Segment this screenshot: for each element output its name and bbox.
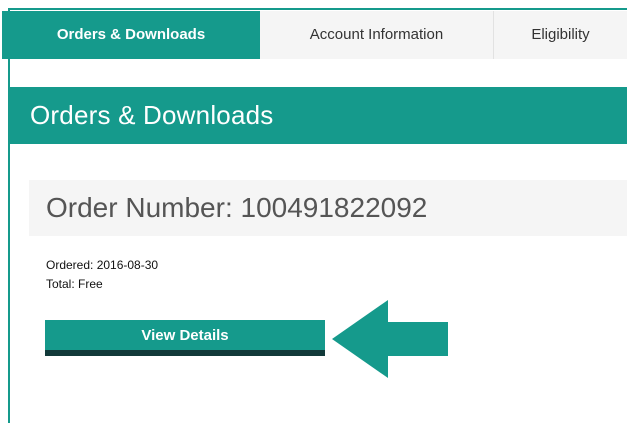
section-header: Orders & Downloads (8, 87, 627, 144)
tab-account-information[interactable]: Account Information (260, 11, 494, 59)
ordered-date: Ordered: 2016-08-30 (46, 258, 159, 272)
view-details-button[interactable]: View Details (45, 320, 325, 356)
tab-orders-downloads[interactable]: Orders & Downloads (2, 11, 260, 59)
order-number-title: Order Number: 100491822092 (46, 192, 428, 223)
tab-eligibility[interactable]: Eligibility (494, 11, 627, 59)
tab-bar: Orders & Downloads Account Information E… (2, 11, 627, 59)
left-arrow-icon (332, 300, 448, 378)
page-title: Orders & Downloads (30, 100, 274, 130)
order-header-panel: Order Number: 100491822092 (29, 180, 627, 236)
order-total: Total: Free (46, 277, 103, 291)
